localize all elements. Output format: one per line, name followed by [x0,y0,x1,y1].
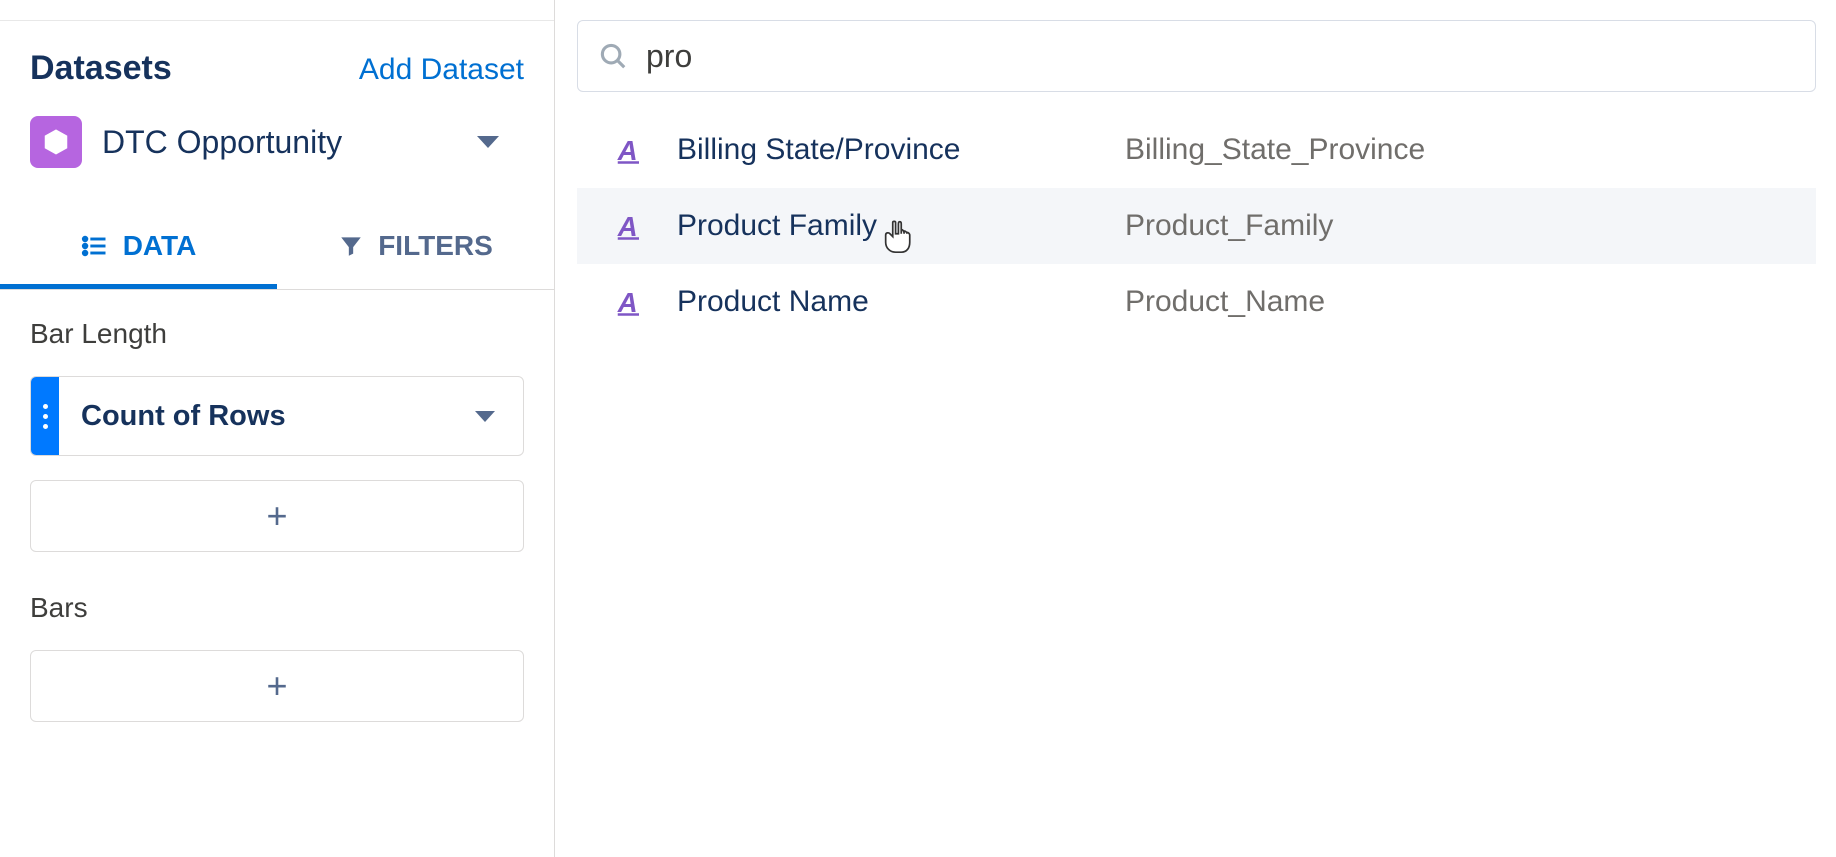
datasets-title: Datasets [30,49,172,88]
tab-filters[interactable]: FILTERS [277,208,554,289]
bar-length-field-label: Count of Rows [59,400,475,433]
tab-data[interactable]: DATA [0,208,277,289]
text-field-icon: A [607,211,651,241]
result-api-name: Product_Name [1125,285,1325,319]
dataset-icon [30,116,82,168]
list-icon [81,232,109,260]
add-dataset-link[interactable]: Add Dataset [359,53,524,87]
tab-data-label: DATA [123,230,197,262]
result-api-name: Product_Family [1125,209,1333,243]
bars-label: Bars [30,592,524,624]
dataset-selector[interactable]: DTC Opportunity [0,116,554,168]
svg-text:A: A [617,135,638,165]
data-panel: Bar Length Count of Rows + Bars + [0,290,554,790]
svg-text:A: A [617,211,638,241]
results-list: A Billing State/Province Billing_State_P… [577,112,1816,340]
result-label: Product Name [677,285,1125,319]
result-label: Product Family [677,209,1125,243]
add-bar-length-button[interactable]: + [30,480,524,552]
divider [0,20,554,21]
add-bars-button[interactable]: + [30,650,524,722]
result-item[interactable]: A Billing State/Province Billing_State_P… [577,112,1816,188]
bar-length-label: Bar Length [30,318,524,350]
chevron-down-icon [477,136,499,148]
search-icon [598,41,628,71]
search-container[interactable] [577,20,1816,92]
bar-length-field[interactable]: Count of Rows [30,376,524,456]
drag-handle-icon[interactable] [31,377,59,455]
result-item[interactable]: A Product Name Product_Name [577,264,1816,340]
field-picker-panel: A Billing State/Province Billing_State_P… [555,0,1836,857]
text-field-icon: A [607,287,651,317]
datasets-header: Datasets Add Dataset [0,49,554,88]
tabs-row: DATA FILTERS [0,208,554,290]
svg-text:A: A [617,287,638,317]
search-input[interactable] [646,38,1795,75]
result-api-name: Billing_State_Province [1125,133,1425,167]
filter-icon [338,233,364,259]
result-label: Billing State/Province [677,133,1125,167]
text-field-icon: A [607,135,651,165]
tab-filters-label: FILTERS [378,230,493,262]
dataset-name: DTC Opportunity [102,124,477,161]
result-item[interactable]: A Product Family Product_Family [577,188,1816,264]
chevron-down-icon [475,411,495,422]
config-sidebar: Datasets Add Dataset DTC Opportunity [0,0,555,857]
